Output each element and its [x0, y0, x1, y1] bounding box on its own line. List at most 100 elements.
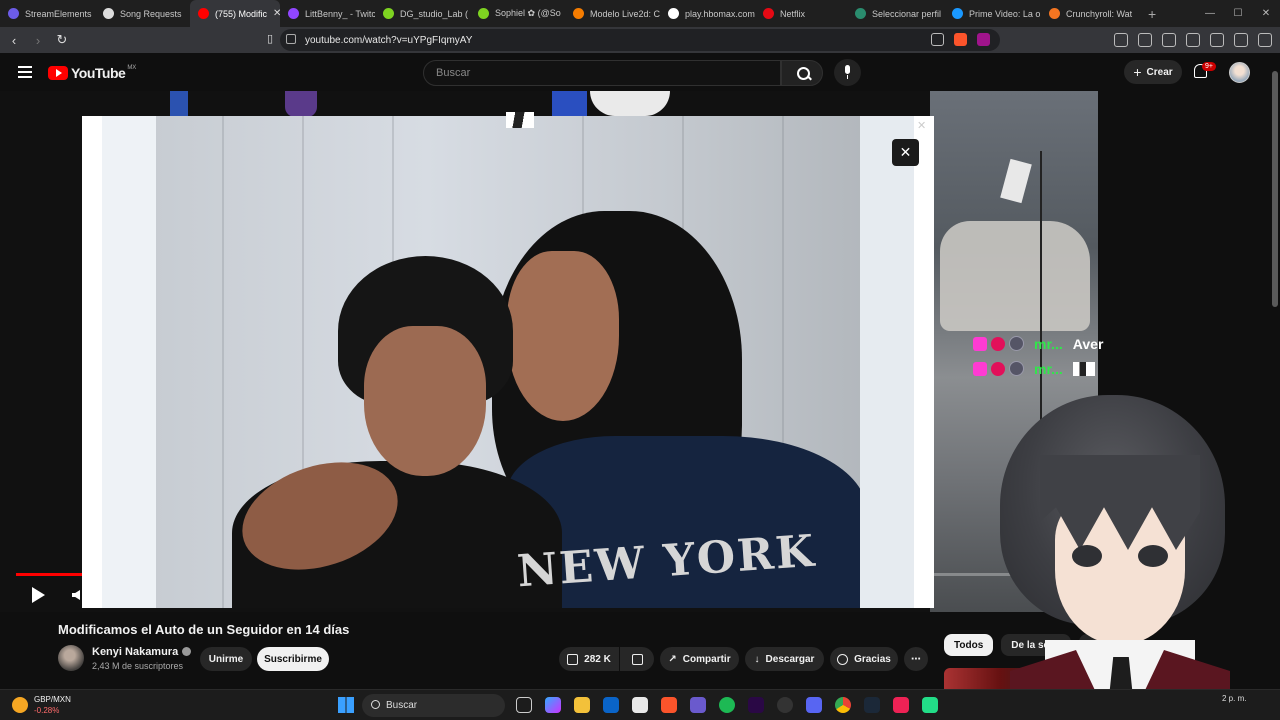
browser-tab[interactable]: StreamElements: [0, 0, 95, 27]
thanks-label: Gracias: [854, 653, 891, 665]
region-code: MX: [127, 65, 137, 71]
minimize-icon[interactable]: —: [1196, 8, 1224, 19]
close-icon[interactable]: ✕: [892, 139, 919, 166]
back-icon[interactable]: ‹: [4, 33, 24, 48]
tab-close-icon[interactable]: ✕: [273, 8, 280, 19]
chat-message: mr...: [973, 356, 1103, 381]
dislike-button[interactable]: [620, 647, 654, 671]
chip-all[interactable]: Todos: [944, 634, 994, 656]
close-icon[interactable]: ✕: [917, 119, 926, 132]
store-icon[interactable]: [632, 697, 648, 713]
taskbar-search[interactable]: Buscar: [362, 694, 505, 717]
ticker-widget[interactable]: GBP/MXN -0.28%: [12, 694, 71, 716]
tab-favicon-icon: [383, 8, 394, 19]
close-window-icon[interactable]: ✕: [1252, 8, 1280, 19]
file-explorer-icon[interactable]: [574, 697, 590, 713]
subscribe-label: Suscribirme: [264, 653, 322, 665]
browser-toolbar: ‹ › ↻ ▯ youtube.com/watch?v=uYPgFIqmyAY: [0, 27, 1280, 53]
tab-favicon-icon: [478, 8, 489, 19]
video-frame-detail: [590, 91, 670, 116]
search-input[interactable]: [423, 60, 781, 86]
vtube-icon[interactable]: [893, 697, 909, 713]
tab-title: (755) Modific: [215, 8, 268, 19]
screenshot-icon[interactable]: [1114, 33, 1128, 47]
spotify-icon[interactable]: [719, 697, 735, 713]
more-icon: ⋯: [911, 653, 921, 665]
site-info-icon[interactable]: [286, 34, 296, 44]
tab-title: DG_studio_Lab (: [400, 8, 469, 19]
more-actions-button[interactable]: ⋯: [904, 647, 928, 671]
thanks-button[interactable]: Gracias: [830, 647, 898, 671]
channel-avatar[interactable]: [58, 645, 84, 671]
like-button[interactable]: 282 K: [559, 647, 619, 671]
play-icon[interactable]: [32, 587, 45, 603]
browser-tab[interactable]: Netflix: [755, 0, 847, 27]
cast-icon[interactable]: [931, 33, 944, 46]
chrome-icon[interactable]: [835, 697, 851, 713]
thumbs-up-icon: [567, 653, 579, 665]
brave-shield-icon[interactable]: [954, 33, 967, 46]
forward-icon[interactable]: ›: [28, 33, 48, 48]
maximize-icon[interactable]: ☐: [1224, 8, 1252, 19]
browser-tab[interactable]: Seleccionar perfil: [847, 0, 944, 27]
account-avatar[interactable]: [1229, 62, 1250, 83]
address-bar[interactable]: youtube.com/watch?v=uYPgFIqmyAY: [280, 29, 1000, 51]
wallet-icon[interactable]: [1186, 33, 1200, 47]
search-icon[interactable]: [781, 60, 823, 86]
browser-tab[interactable]: LittBenny_ - Twitc: [280, 0, 375, 27]
browser-tab[interactable]: Crunchyroll: Wat: [1041, 0, 1138, 27]
leo-icon[interactable]: [1210, 33, 1224, 47]
emote-icon: [506, 112, 534, 128]
discord-icon[interactable]: [806, 697, 822, 713]
browser-tab[interactable]: Modelo Live2d: C: [565, 0, 660, 27]
browser-tab[interactable]: (755) Modific ✕: [190, 0, 280, 27]
obs-icon[interactable]: [777, 697, 793, 713]
hamburger-menu-icon[interactable]: [18, 66, 32, 78]
join-button[interactable]: Unirme: [200, 647, 252, 671]
proton-icon[interactable]: [690, 697, 706, 713]
sidebar-icon[interactable]: [1162, 33, 1176, 47]
reload-icon[interactable]: ↻: [52, 32, 72, 48]
toolbar-actions: [1114, 33, 1272, 47]
curtain-fold: [222, 116, 224, 608]
page-scrollbar[interactable]: [1270, 53, 1280, 685]
volume-icon[interactable]: [72, 590, 80, 600]
bookmark-icon[interactable]: ▯: [260, 32, 280, 45]
task-view-icon[interactable]: [516, 697, 532, 713]
browser-tab[interactable]: play.hbomax.com: [660, 0, 755, 27]
tab-favicon-icon: [288, 8, 299, 19]
brave-icon[interactable]: [661, 697, 677, 713]
vpn-icon[interactable]: [1234, 33, 1248, 47]
new-tab-button[interactable]: +: [1138, 6, 1166, 22]
channel-name[interactable]: Kenyi Nakamura: [92, 646, 192, 658]
tab-title: Modelo Live2d: C: [590, 8, 660, 19]
channel-name-text: Kenyi Nakamura: [92, 646, 179, 658]
copilot-icon[interactable]: [545, 697, 561, 713]
media-icon[interactable]: [1138, 33, 1152, 47]
tab-favicon-icon: [103, 8, 114, 19]
create-button[interactable]: + Crear: [1124, 60, 1182, 84]
browser-tab[interactable]: Song Requests: [95, 0, 190, 27]
browser-tab[interactable]: Prime Video: La o: [944, 0, 1041, 27]
brave-rewards-icon[interactable]: [977, 33, 990, 46]
outlook-icon[interactable]: [603, 697, 619, 713]
windows-start-icon[interactable]: [338, 697, 354, 713]
subscribe-button[interactable]: Suscribirme: [257, 647, 329, 671]
browser-tab[interactable]: Sophiel ✿ (@So: [470, 0, 565, 27]
tab-favicon-icon: [198, 8, 209, 19]
browser-tab[interactable]: DG_studio_Lab (: [375, 0, 470, 27]
menu-icon[interactable]: [1258, 33, 1272, 47]
app-icon[interactable]: [922, 697, 938, 713]
steam-icon[interactable]: [864, 697, 880, 713]
create-label: Crear: [1146, 66, 1173, 78]
chat-message: mr... Aver: [973, 331, 1103, 356]
scrollbar-thumb[interactable]: [1272, 71, 1278, 307]
download-button[interactable]: ↓ Descargar: [745, 647, 824, 671]
stream-chat-overlay: mr... Aver mr...: [973, 331, 1103, 381]
voice-search-icon[interactable]: [834, 59, 861, 86]
ticker-name: GBP/MXN: [34, 695, 71, 704]
premiere-icon[interactable]: [748, 697, 764, 713]
youtube-logo[interactable]: YouTube MX: [48, 65, 136, 81]
share-button[interactable]: ↗ Compartir: [660, 647, 739, 671]
badge-icon: [991, 361, 1005, 376]
